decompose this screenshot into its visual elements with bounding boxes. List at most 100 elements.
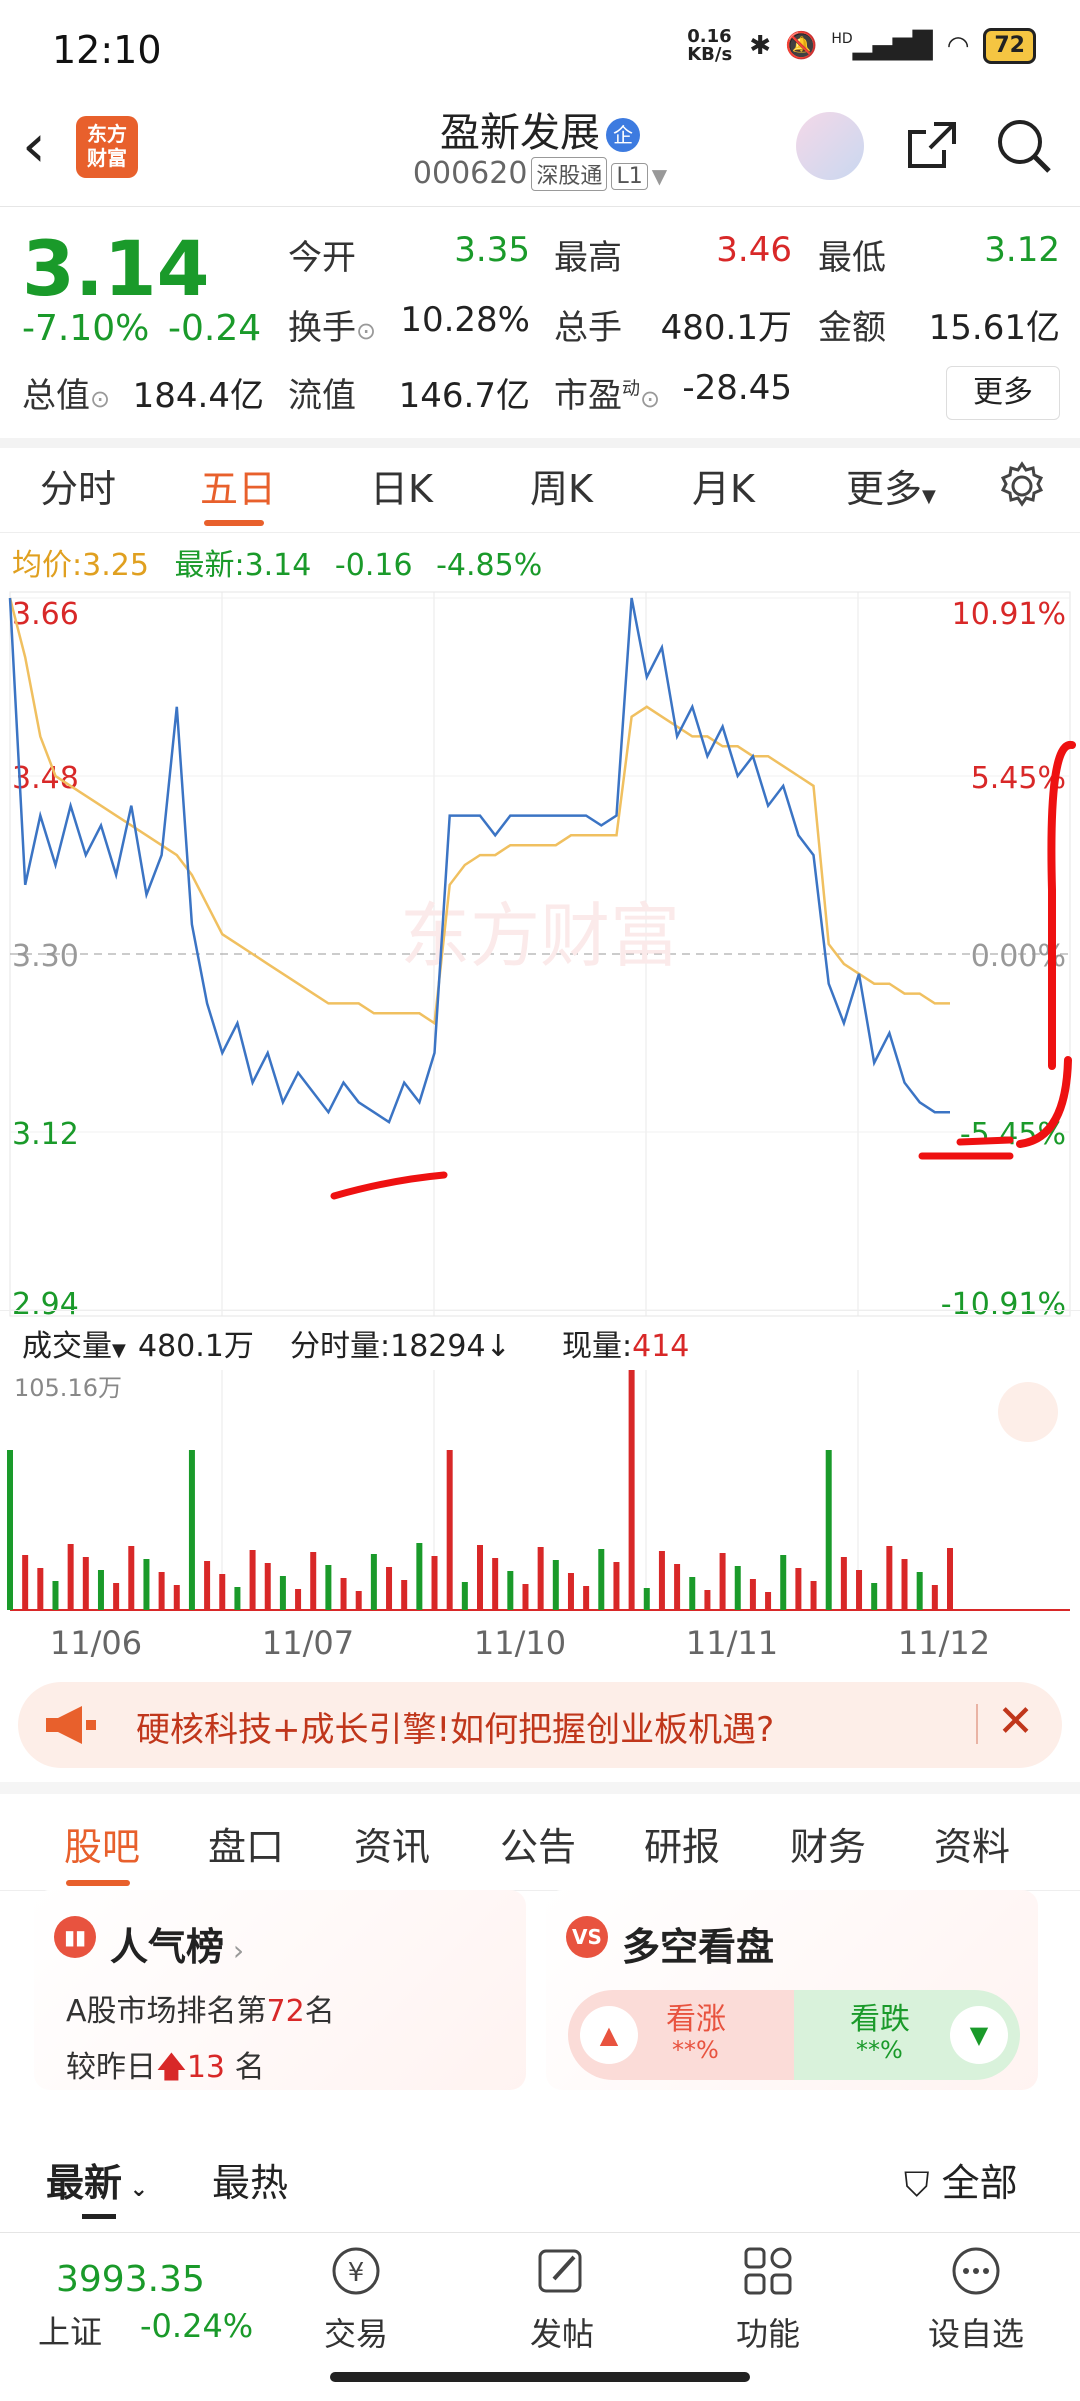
tab-announcements[interactable]: 公告 [500, 1816, 576, 1871]
high-label: 最高 [554, 238, 622, 278]
open-label: 今开 [288, 238, 356, 278]
volume-bar [370, 1554, 377, 1610]
annotation-underline [330, 1171, 448, 1200]
market-cap-value: 184.4亿 [132, 376, 264, 416]
chevron-down-icon: ▼ [112, 1340, 126, 1361]
five-day-chart[interactable]: 东方财富3.663.483.303.122.9410.91%5.45%0.00%… [0, 590, 1080, 1670]
current-price: 3.14 [22, 224, 210, 313]
amount-label: 金额 [818, 308, 886, 348]
filter-all[interactable]: ⛉ 全部 [904, 2152, 1018, 2207]
grid-icon [744, 2247, 792, 2295]
volume-bar [22, 1555, 29, 1610]
volume-bar [658, 1551, 665, 1610]
stock-code: 000620 [412, 156, 528, 191]
nav-trade[interactable]: ¥ 交易 [286, 2243, 426, 2355]
y-axis-label: 3.66 [12, 597, 79, 632]
volume-bar [856, 1570, 863, 1610]
volume-bar [143, 1559, 150, 1610]
promo-banner[interactable]: 硬核科技+成长引擎!如何把握创业板机遇? ✕ [18, 1682, 1062, 1768]
volume-bar [795, 1568, 802, 1610]
index-value[interactable]: 3993.35 [56, 2259, 205, 2300]
tab-weekly-k[interactable]: 周K [530, 458, 593, 513]
latest-percent: -4.85% [436, 548, 543, 583]
tab-daily-k[interactable]: 日K [370, 458, 433, 513]
info-icon: ⊙ [90, 385, 111, 413]
net-speed: 0.16 KB/s [687, 26, 733, 65]
index-change[interactable]: -0.24% [140, 2307, 253, 2345]
volume-bar [886, 1546, 893, 1610]
turnover-value: 10.28% [400, 300, 530, 340]
section-tabs: 股吧 盘口 资讯 公告 研报 财务 资料 [0, 1782, 1080, 1891]
tab-more[interactable]: 更多▼ [846, 458, 936, 513]
ranking-icon: ▮▮ [54, 1916, 96, 1958]
volume-header: 成交量▼ 480.1万 分时量:18294↓ 现量:414 [0, 1310, 1080, 1367]
trade-icon: ¥ [332, 2247, 380, 2295]
volume-bar [825, 1450, 832, 1610]
nav-functions[interactable]: 功能 [698, 2243, 838, 2355]
vote-up-pct: **% [672, 2036, 719, 2064]
y-axis-label: 3.12 [12, 1117, 79, 1152]
tab-research[interactable]: 研报 [644, 1816, 720, 1871]
x-axis-label: 11/07 [262, 1624, 354, 1662]
volume-bar [431, 1556, 438, 1610]
popularity-card[interactable]: ▮▮ 人气榜 › A股市场排名第72名 较昨日🡅13 名 [34, 1890, 526, 2090]
tab-orderbook[interactable]: 盘口 [208, 1816, 284, 1871]
feed-filter-row: 最新 ⌄ 最热 ⛉ 全部 [0, 2110, 1080, 2220]
chevron-right-icon: › [224, 1934, 245, 1967]
volume-bar [567, 1573, 574, 1610]
nav-add-watchlist[interactable]: 设自选 [906, 2243, 1046, 2355]
active-tab-indicator [204, 520, 264, 526]
vote-up-button[interactable]: ▲ 看涨 **% [568, 1990, 794, 2080]
volume-selector[interactable]: 成交量▼ [22, 1321, 126, 1365]
change-percent: -7.10% [22, 308, 150, 349]
volume-bar [7, 1450, 13, 1610]
avg-price-line: 均价:3.25 最新:3.14 -0.16 -4.85% [12, 548, 543, 583]
market-cap-label: 总值⊙ [22, 376, 111, 416]
vs-icon: VS [566, 1916, 608, 1958]
tab-profile[interactable]: 资料 [934, 1816, 1010, 1871]
vote-up-label: 看涨 [666, 2002, 726, 2037]
assistant-avatar[interactable] [796, 112, 864, 180]
volume-bar [765, 1592, 772, 1610]
volume-bar [113, 1583, 120, 1610]
chevron-down-icon: ⌄ [122, 2177, 149, 2202]
info-icon: ⊙ [356, 317, 377, 345]
tab-monthly-k[interactable]: 月K [692, 458, 755, 513]
close-icon[interactable]: ✕ [997, 1696, 1034, 1747]
tab-intraday[interactable]: 分时 [40, 458, 116, 513]
volume-bar [295, 1589, 302, 1610]
float-cap-label: 流值 [288, 376, 356, 416]
volume-bar [158, 1572, 165, 1610]
volume-bar [325, 1565, 332, 1610]
open-value: 3.35 [454, 230, 530, 270]
sort-latest[interactable]: 最新 ⌄ [46, 2152, 148, 2207]
share-icon[interactable] [900, 114, 964, 178]
low-label: 最低 [818, 238, 886, 278]
search-icon[interactable] [992, 114, 1056, 178]
tab-news[interactable]: 资讯 [354, 1816, 430, 1871]
volume-bar [446, 1450, 453, 1610]
volume-bar [477, 1545, 483, 1610]
volume-bar [901, 1559, 908, 1610]
volume-bar [82, 1557, 89, 1610]
volume-bar [598, 1549, 605, 1610]
active-section-indicator [66, 1880, 130, 1886]
volume-bar [37, 1568, 44, 1610]
rank-change: 较昨日🡅13 名 [66, 2050, 265, 2085]
tab-finance[interactable]: 财务 [790, 1816, 866, 1871]
volume-bar [279, 1576, 286, 1610]
volume-bar [810, 1581, 817, 1610]
gear-icon[interactable] [996, 460, 1048, 512]
chevron-down-icon[interactable]: ▼ [652, 164, 667, 188]
more-button[interactable]: 更多 [946, 366, 1060, 420]
tab-five-day[interactable]: 五日 [200, 458, 276, 513]
filter-icon: ⛉ [904, 2165, 930, 2205]
sort-hot[interactable]: 最热 [212, 2152, 288, 2207]
status-icons: 0.16 KB/s ✱ 🔕 HD▂▄▆█ ◠ 72 [687, 28, 1036, 64]
quote-panel: 3.14 -7.10% -0.24 今开 3.35 最高 3.46 最低 3.1… [0, 208, 1080, 448]
tab-forum[interactable]: 股吧 [64, 1816, 140, 1871]
level-tag[interactable]: L1 [611, 163, 648, 190]
index-name[interactable]: 上证 [38, 2307, 102, 2353]
nav-post[interactable]: 发帖 [492, 2243, 632, 2355]
vote-down-button[interactable]: 看跌 **% ▼ [794, 1990, 1020, 2080]
